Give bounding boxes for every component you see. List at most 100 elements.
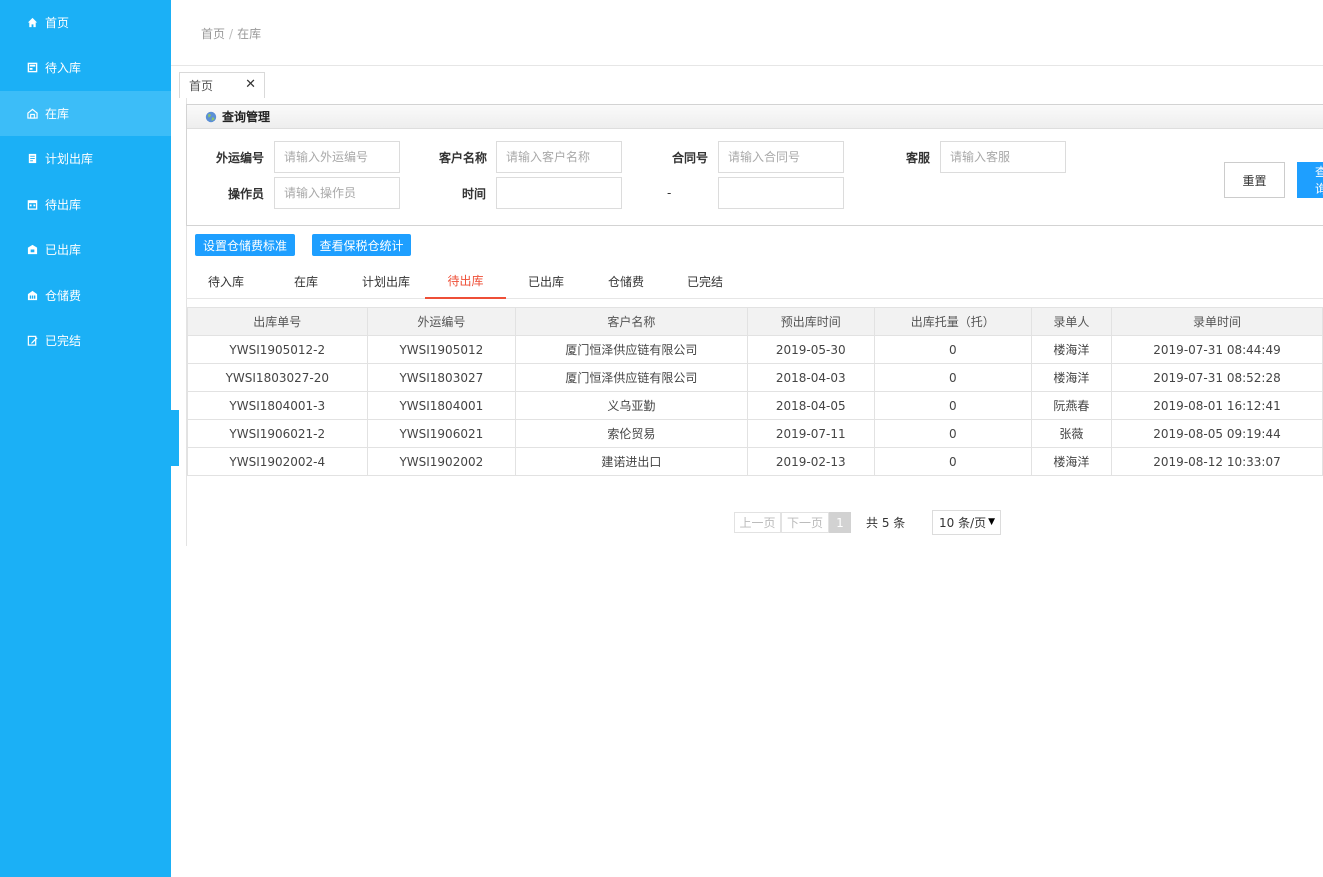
waiyun-label: 外运编号 — [216, 151, 265, 165]
table-row[interactable]: YWSI1906021-2 YWSI1906021 索伦贸易 2019-07-1… — [187, 419, 1323, 448]
sidebar-item-label: 待入库 — [45, 61, 82, 75]
contract-input[interactable] — [718, 141, 844, 173]
current-page[interactable]: 1 — [829, 512, 851, 533]
table-cell: YWSI1906021 — [366, 419, 517, 448]
service-label: 客服 — [906, 151, 931, 165]
query-panel-title: 查询管理 — [222, 110, 271, 124]
table-row[interactable]: YWSI1902002-4 YWSI1902002 建诺进出口 2019-02-… — [187, 447, 1323, 476]
table-cell: 2019-08-05 09:19:44 — [1111, 419, 1323, 448]
sidebar-collapse-handle[interactable] — [171, 410, 179, 466]
edit-icon — [27, 335, 38, 346]
table-cell: YWSI1902002 — [366, 447, 517, 476]
breadcrumb-current: 在库 — [237, 27, 262, 41]
sidebar-item-storage-fee[interactable]: 仓储费 — [0, 273, 171, 318]
sidebar-item-label: 仓储费 — [45, 289, 82, 303]
customer-label: 客户名称 — [439, 151, 488, 165]
table-cell: YWSI1905012-2 — [187, 335, 368, 364]
warehouse-icon — [27, 108, 38, 119]
sidebar-item-pending-out[interactable]: 待出库 — [0, 182, 171, 227]
status-tabs: 待入库 在库 计划出库 待出库 已出库 仓储费 已完结 — [186, 264, 1323, 299]
data-table: 出库单号 外运编号 客户名称 预出库时间 出库托量（托） 录单人 录单时间 YW… — [187, 307, 1323, 476]
table-row[interactable]: YWSI1905012-2 YWSI1905012 厦门恒泽供应链有限公司 20… — [187, 335, 1323, 364]
sidebar-item-shipped[interactable]: 已出库 — [0, 227, 171, 272]
time-end-input[interactable] — [718, 177, 844, 209]
query-panel-header: 查询管理 — [187, 105, 1323, 129]
customer-input[interactable] — [496, 141, 622, 173]
sidebar-item-label: 已出库 — [45, 243, 82, 257]
globe-icon — [205, 111, 217, 122]
operator-label: 操作员 — [228, 187, 265, 201]
time-start-input[interactable] — [496, 177, 622, 209]
table-cell: 2019-07-31 08:44:49 — [1111, 335, 1323, 364]
column-header[interactable]: 外运编号 — [366, 307, 517, 336]
table-cell: 0 — [873, 335, 1032, 364]
home-icon — [27, 17, 38, 28]
sidebar-item-in-stock[interactable]: 在库 — [0, 91, 171, 136]
page-tab-label: 首页 — [189, 79, 214, 93]
page-size-select[interactable]: 10 条/页 ▼ — [932, 510, 1001, 535]
tab-planned-out[interactable]: 计划出库 — [346, 264, 426, 299]
table-cell: YWSI1804001-3 — [187, 391, 368, 420]
table-cell: 2018-04-05 — [746, 391, 875, 420]
next-page-button[interactable]: 下一页 — [781, 512, 829, 533]
column-header[interactable]: 录单时间 — [1111, 307, 1323, 336]
table-cell: YWSI1902002-4 — [187, 447, 368, 476]
table-row[interactable]: YWSI1804001-3 YWSI1804001 义乌亚勤 2018-04-0… — [187, 391, 1323, 420]
column-header[interactable]: 预出库时间 — [746, 307, 875, 336]
table-cell: 阮燕春 — [1030, 391, 1113, 420]
table-cell: 2018-04-03 — [746, 363, 875, 392]
column-header[interactable]: 出库托量（托） — [873, 307, 1032, 336]
table-cell: 张薇 — [1030, 419, 1113, 448]
table-cell: 2019-07-11 — [746, 419, 875, 448]
sidebar: 首页 待入库 在库 计划出库 待出库 已出库 仓储费 已完结 — [0, 0, 171, 877]
breadcrumb-home[interactable]: 首页 — [201, 27, 225, 41]
waiyun-input[interactable] — [274, 141, 400, 173]
page-tab-home[interactable]: 首页 ✕ — [179, 72, 265, 98]
contract-label: 合同号 — [672, 151, 709, 165]
time-range-dash: - — [667, 186, 672, 200]
prev-page-button[interactable]: 上一页 — [734, 512, 781, 533]
table-cell: 厦门恒泽供应链有限公司 — [515, 335, 748, 364]
document-icon — [27, 153, 38, 164]
table-cell: 2019-08-01 16:12:41 — [1111, 391, 1323, 420]
table-cell: 0 — [873, 363, 1032, 392]
table-cell: 0 — [873, 447, 1032, 476]
sidebar-item-completed[interactable]: 已完结 — [0, 318, 171, 363]
tab-storage-fee[interactable]: 仓储费 — [586, 264, 666, 299]
tab-in-stock[interactable]: 在库 — [266, 264, 346, 299]
column-header[interactable]: 客户名称 — [515, 307, 748, 336]
query-button[interactable]: 查询 — [1297, 162, 1323, 198]
set-storage-fee-standard-button[interactable]: 设置仓储费标准 — [195, 234, 295, 256]
tab-completed[interactable]: 已完结 — [665, 264, 745, 299]
sidebar-item-label: 待出库 — [45, 198, 82, 212]
table-cell: 建诺进出口 — [515, 447, 748, 476]
operator-input[interactable] — [274, 177, 400, 209]
table-cell: 索伦贸易 — [515, 419, 748, 448]
header-divider — [171, 65, 1323, 66]
table-cell: YWSI1905012 — [366, 335, 517, 364]
table-cell: 楼海洋 — [1030, 335, 1113, 364]
page-size-value: 10 条/页 — [939, 516, 987, 530]
table-cell: 0 — [873, 419, 1032, 448]
sidebar-item-pending-in[interactable]: 待入库 — [0, 45, 171, 90]
column-header[interactable]: 录单人 — [1030, 307, 1113, 336]
table-row[interactable]: YWSI1803027-20 YWSI1803027 厦门恒泽供应链有限公司 2… — [187, 363, 1323, 392]
table-cell: 义乌亚勤 — [515, 391, 748, 420]
sidebar-item-planned-out[interactable]: 计划出库 — [0, 136, 171, 181]
inbox-icon — [27, 62, 38, 73]
table-cell: 2019-07-31 08:52:28 — [1111, 363, 1323, 392]
total-count: 共 5 条 — [866, 516, 906, 530]
view-bonded-stats-button[interactable]: 查看保税仓统计 — [312, 234, 411, 256]
column-header[interactable]: 出库单号 — [187, 307, 368, 336]
tab-pending-in[interactable]: 待入库 — [186, 264, 266, 299]
time-label: 时间 — [462, 187, 487, 201]
table-cell: 2019-02-13 — [746, 447, 875, 476]
reset-button[interactable]: 重置 — [1224, 162, 1285, 198]
table-cell: 2019-05-30 — [746, 335, 875, 364]
sidebar-item-label: 首页 — [45, 16, 70, 30]
close-icon[interactable]: ✕ — [245, 77, 256, 92]
tab-pending-out[interactable]: 待出库 — [425, 264, 506, 299]
tab-shipped[interactable]: 已出库 — [506, 264, 586, 299]
service-input[interactable] — [940, 141, 1066, 173]
sidebar-item-home[interactable]: 首页 — [0, 0, 171, 45]
